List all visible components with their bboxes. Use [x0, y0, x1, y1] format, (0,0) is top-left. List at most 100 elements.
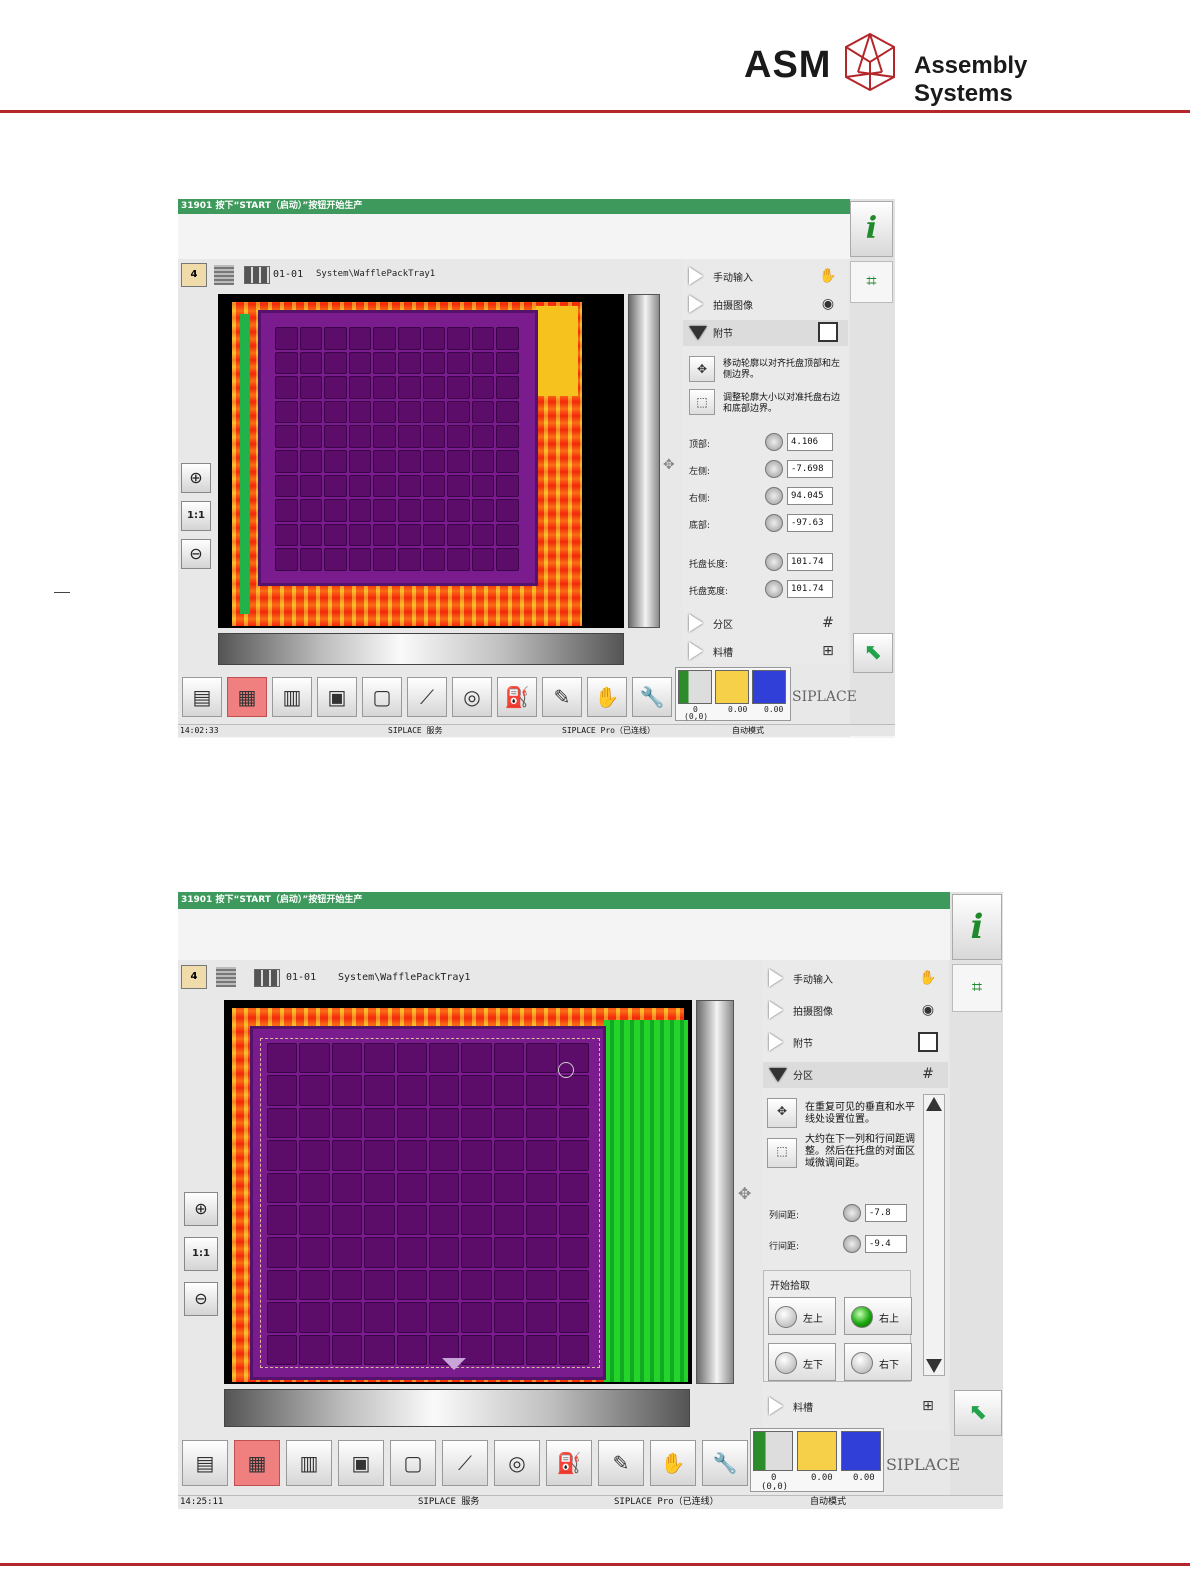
tray-teach-icon[interactable]: ⌗ [952, 964, 1002, 1012]
waffle-pocket [398, 376, 421, 399]
spin-dial-icon[interactable] [765, 514, 783, 532]
zoom-in-icon[interactable]: ⊕ [181, 463, 211, 493]
pen-icon[interactable]: ✎ [542, 677, 582, 717]
resize-handle-icon[interactable] [442, 1358, 466, 1370]
zoom-out-icon[interactable]: ⊖ [181, 539, 211, 569]
info-icon[interactable]: i [850, 201, 893, 257]
menu-adjust[interactable]: 附节 [683, 320, 848, 346]
camera-image[interactable] [218, 294, 624, 628]
pick-option-2[interactable]: 右上 [844, 1297, 912, 1335]
horizontal-slider[interactable] [218, 633, 624, 665]
line-chart-icon[interactable]: ⟋ [442, 1440, 488, 1486]
tray-view-icon[interactable]: ▦ [227, 677, 267, 717]
tray-view-icon[interactable]: ▦ [234, 1440, 280, 1486]
spin-dial-icon[interactable] [765, 460, 783, 478]
spin-dial-icon[interactable] [765, 580, 783, 598]
param-value-input[interactable]: -7.698 [787, 460, 833, 478]
panel-scrollbar[interactable] [923, 1094, 945, 1376]
menu-partition[interactable]: 分区 # [683, 611, 848, 637]
set-position-icon[interactable]: ✥ [767, 1098, 797, 1128]
pick-option-3[interactable]: 左下 [768, 1343, 836, 1381]
hash-icon: # [922, 1066, 934, 1082]
param-value-input[interactable]: 101.74 [787, 580, 833, 598]
waffle-pocket [398, 548, 421, 571]
line-chart-icon[interactable]: ⟋ [407, 677, 447, 717]
horizontal-slider[interactable] [224, 1389, 690, 1427]
camera-icon[interactable]: ◎ [494, 1440, 540, 1486]
move-outline-icon[interactable]: ✥ [689, 356, 715, 382]
pen-icon[interactable]: ✎ [598, 1440, 644, 1486]
partition-handle[interactable] [558, 1062, 574, 1078]
camera-icon[interactable]: ◎ [452, 677, 492, 717]
spin-dial-icon[interactable] [765, 433, 783, 451]
menu-manual[interactable]: 手动输入 ✋ [763, 966, 948, 992]
document-icon[interactable]: ▢ [390, 1440, 436, 1486]
spin-dial-icon[interactable] [843, 1235, 861, 1253]
waffle-pocket [324, 400, 347, 424]
param-value-input[interactable]: 101.74 [787, 553, 833, 571]
zoom-in-icon[interactable]: ⊕ [184, 1192, 218, 1226]
param-value-input[interactable]: 94.045 [787, 487, 833, 505]
zoom-reset-button[interactable]: 1:1 [184, 1237, 218, 1271]
waffle-pocket [299, 474, 323, 498]
hand-gear-icon[interactable]: ✋ [587, 677, 627, 717]
exit-arrow-icon[interactable]: ⬉ [954, 1390, 1002, 1436]
hand-gear-icon[interactable]: ✋ [650, 1440, 696, 1486]
menu-magazine[interactable]: 料槽 ⊞ [683, 639, 848, 665]
waffle-pocket [348, 400, 372, 424]
resize-outline-icon[interactable]: ⬚ [689, 389, 715, 415]
waffle-pocket [324, 523, 347, 547]
camera-image[interactable] [224, 1000, 692, 1384]
chart-bars-icon[interactable]: ▥ [286, 1440, 332, 1486]
hash-icon: # [822, 615, 834, 631]
info-icon[interactable]: i [952, 894, 1002, 960]
waffle-pocket [348, 474, 372, 498]
menu-partition[interactable]: 分区 # [763, 1062, 948, 1088]
resize-spacing-icon[interactable]: ⬚ [767, 1138, 797, 1168]
oiler-icon[interactable]: ⛽ [546, 1440, 592, 1486]
spin-dial-icon[interactable] [765, 553, 783, 571]
spin-dial-icon[interactable] [765, 487, 783, 505]
tray-teach-icon[interactable]: ⌗ [850, 261, 893, 303]
table-icon[interactable]: ▣ [338, 1440, 384, 1486]
zoom-reset-button[interactable]: 1:1 [181, 501, 211, 531]
waffle-pocket [496, 523, 519, 547]
param-value-input[interactable]: -7.8 [865, 1204, 907, 1222]
pick-option-4[interactable]: 右下 [844, 1343, 912, 1381]
move-arrows-icon[interactable]: ✥ [663, 457, 675, 473]
money-icon[interactable]: ▤ [182, 1440, 228, 1486]
param-value-input[interactable]: -9.4 [865, 1235, 907, 1253]
menu-adjust[interactable]: 附节 [763, 1030, 948, 1056]
zoom-out-icon[interactable]: ⊖ [184, 1282, 218, 1316]
waffle-pocket [422, 548, 446, 571]
money-icon[interactable]: ▤ [182, 677, 222, 717]
waffle-pocket [275, 351, 298, 375]
menu-magazine[interactable]: 料槽 ⊞ [763, 1394, 948, 1420]
menu-photo[interactable]: 拍摄图像 ◉ [683, 292, 848, 318]
vertical-slider[interactable] [628, 294, 660, 628]
menu-photo[interactable]: 拍摄图像 ◉ [763, 998, 948, 1024]
waffle-pocket [348, 523, 372, 547]
partition-outline[interactable] [260, 1038, 600, 1368]
menu-manual[interactable]: 手动输入 ✋ [683, 264, 848, 290]
stack-icon [214, 265, 234, 285]
oiler-icon[interactable]: ⛽ [497, 677, 537, 717]
pick-option-1[interactable]: 左上 [768, 1297, 836, 1335]
param-value-input[interactable]: 4.106 [787, 433, 833, 451]
exit-arrow-icon[interactable]: ⬉ [853, 633, 893, 673]
move-arrows-icon[interactable]: ✥ [738, 1184, 751, 1203]
wrench-icon[interactable]: 🔧 [702, 1440, 748, 1486]
waffle-pocket [422, 450, 446, 473]
waffle-pocket [447, 548, 470, 571]
document-icon[interactable]: ▢ [362, 677, 402, 717]
spin-dial-icon[interactable] [843, 1204, 861, 1222]
waffle-tray [258, 310, 538, 586]
param-value-input[interactable]: -97.63 [787, 514, 833, 532]
vertical-slider[interactable] [696, 1000, 734, 1384]
table-icon[interactable]: ▣ [317, 677, 357, 717]
wrench-icon[interactable]: 🔧 [632, 677, 672, 717]
hint-spacing: 大约在下一列和行间距调整。然后在托盘的对面区域微调间距。 [805, 1134, 915, 1169]
waffle-pocket [447, 327, 470, 350]
chart-bars-icon[interactable]: ▥ [272, 677, 312, 717]
waffle-pocket [496, 499, 519, 522]
